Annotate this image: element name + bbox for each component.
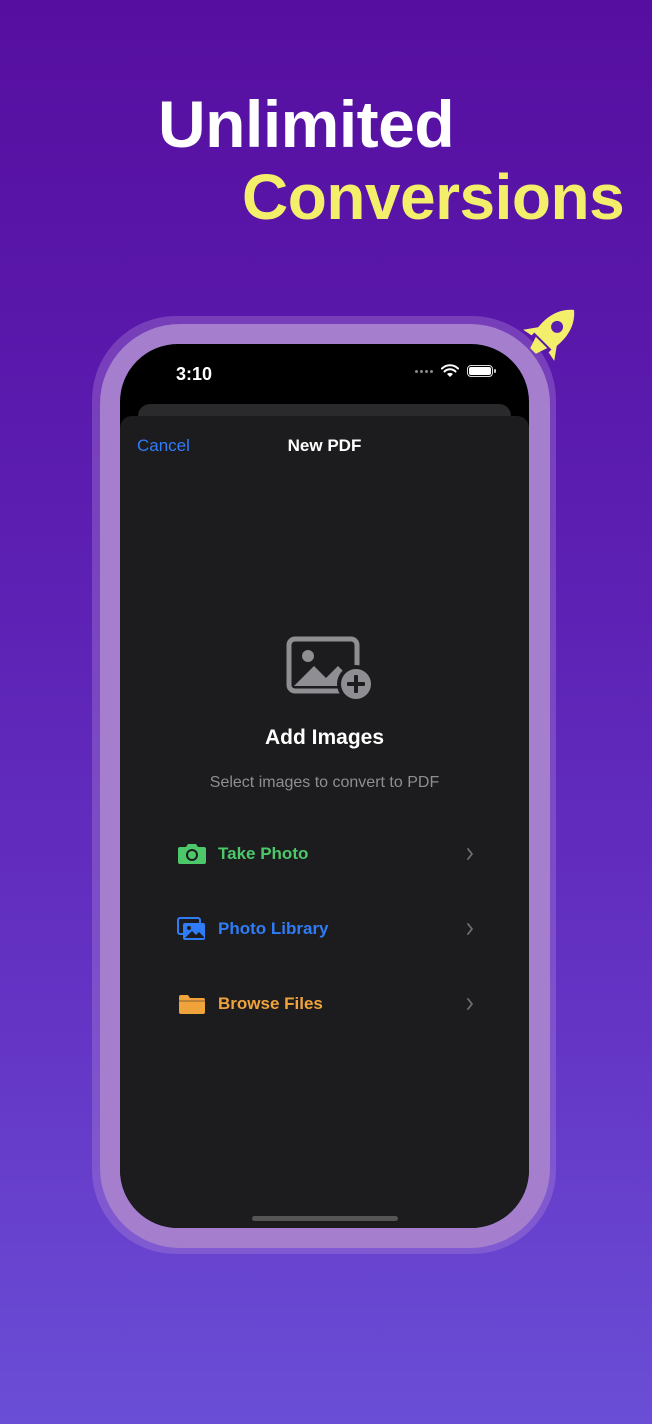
add-image-icon	[286, 636, 375, 703]
browse-files-button[interactable]: Browse Files	[176, 984, 476, 1024]
camera-icon	[176, 840, 208, 868]
phone-screen: 3:10 Cancel New PDF Add Images Select im…	[120, 344, 529, 1228]
wifi-icon	[441, 364, 459, 377]
chevron-right-icon	[464, 848, 476, 860]
chevron-right-icon	[464, 998, 476, 1010]
rocket-icon	[523, 309, 575, 361]
battery-icon	[467, 365, 496, 377]
home-indicator	[252, 1216, 398, 1221]
photo-library-button[interactable]: Photo Library	[176, 909, 476, 949]
cellular-signal-icon	[415, 369, 433, 373]
promo-headline: Unlimited Conversions	[0, 0, 652, 260]
folder-icon	[176, 990, 208, 1018]
new-pdf-sheet: Cancel New PDF Add Images Select images …	[120, 416, 529, 1228]
take-photo-label: Take Photo	[218, 844, 309, 863]
take-photo-button[interactable]: Take Photo	[176, 834, 476, 874]
chevron-right-icon	[464, 923, 476, 935]
sheet-title: New PDF	[287, 436, 362, 455]
empty-state-title: Add Images	[264, 726, 385, 749]
browse-files-label: Browse Files	[218, 994, 323, 1013]
status-time: 3:10	[176, 364, 213, 384]
photo-library-icon	[176, 915, 208, 943]
status-indicators	[415, 364, 496, 378]
empty-state-subtitle: Select images to convert to PDF	[209, 774, 440, 791]
headline-line-1: Unlimited	[158, 87, 455, 161]
headline-line-2: Conversions	[242, 161, 625, 233]
photo-library-label: Photo Library	[218, 919, 329, 938]
